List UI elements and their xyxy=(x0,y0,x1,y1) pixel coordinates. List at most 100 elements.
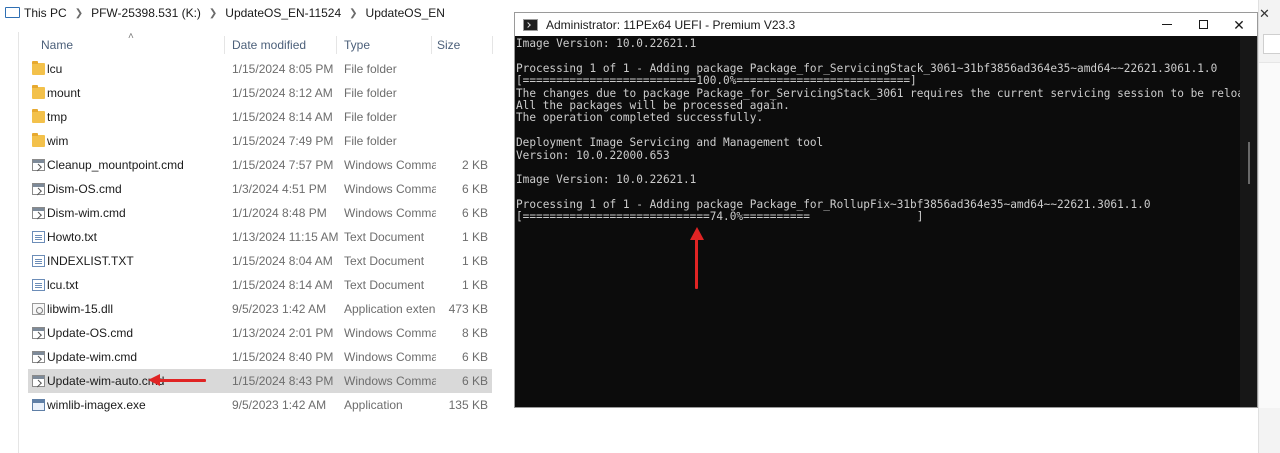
file-date-modified: 1/15/2024 8:40 PM xyxy=(232,350,334,364)
annotation-arrow-left xyxy=(148,374,208,386)
file-row[interactable]: lcu 1/15/2024 8:05 PM File folder xyxy=(28,57,492,81)
console-line: Version: 10.0.22000.653 xyxy=(516,149,670,162)
folder-icon xyxy=(32,133,45,147)
file-size: 1 KB xyxy=(461,254,488,268)
console-line: The changes due to package Package_for_S… xyxy=(516,87,1257,100)
this-pc-icon xyxy=(4,7,20,19)
column-header-name[interactable]: Name xyxy=(41,34,73,56)
file-date-modified: 1/13/2024 11:15 AM xyxy=(232,230,339,244)
file-name: lcu.txt xyxy=(47,278,79,292)
file-size: 1 KB xyxy=(461,230,488,244)
column-divider[interactable] xyxy=(336,36,337,54)
navigation-pane-divider xyxy=(18,32,19,453)
close-icon[interactable]: ✕ xyxy=(1259,6,1270,22)
file-type: Windows Comma... xyxy=(344,206,436,220)
console-line: Processing 1 of 1 - Adding package Packa… xyxy=(516,62,1218,75)
breadcrumb-folder-current[interactable]: UpdateOS_EN xyxy=(366,6,445,20)
file-name: lcu xyxy=(47,62,63,76)
breadcrumb-folder-parent[interactable]: UpdateOS_EN-11524 xyxy=(225,6,341,20)
file-type: Windows Comma... xyxy=(344,374,436,388)
command-prompt-icon xyxy=(523,18,538,31)
column-divider[interactable] xyxy=(431,36,432,54)
file-name: Dism-wim.cmd xyxy=(47,206,126,220)
file-type: Application xyxy=(344,398,403,412)
file-row[interactable]: mount 1/15/2024 8:12 AM File folder xyxy=(28,81,492,105)
search-box-edge[interactable] xyxy=(1263,34,1280,54)
file-date-modified: 9/5/2023 1:42 AM xyxy=(232,302,327,316)
dll-file-icon xyxy=(32,303,45,315)
chevron-right-icon[interactable]: ❯ xyxy=(209,8,217,19)
file-name: libwim-15.dll xyxy=(47,302,114,316)
arrow-shaft xyxy=(158,379,206,382)
column-divider[interactable] xyxy=(492,36,493,54)
file-size: 1 KB xyxy=(461,278,488,292)
text-file-icon xyxy=(32,231,45,243)
chevron-right-icon[interactable]: ❯ xyxy=(349,8,357,19)
maximize-button[interactable] xyxy=(1185,13,1221,36)
file-date-modified: 1/15/2024 7:49 PM xyxy=(232,134,334,148)
console-window[interactable]: Administrator: 11PEx64 UEFI - Premium V2… xyxy=(514,12,1258,408)
file-date-modified: 1/15/2024 7:57 PM xyxy=(232,158,334,172)
file-name: Howto.txt xyxy=(47,230,98,244)
file-size: 6 KB xyxy=(461,374,488,388)
file-row[interactable]: Howto.txt 1/13/2024 11:15 AM Text Document… xyxy=(28,225,492,249)
file-list: lcu 1/15/2024 8:05 PM File folder mount 1/15… xyxy=(28,57,492,417)
folder-icon xyxy=(32,61,45,75)
breadcrumb-drive[interactable]: PFW-25398.531 (K:) xyxy=(91,6,201,20)
file-row[interactable]: lcu.txt 1/15/2024 8:14 AM Text Document 1 K… xyxy=(28,273,492,297)
breadcrumb-this-pc[interactable]: This PC xyxy=(24,6,67,20)
file-name: Dism-OS.cmd xyxy=(47,182,122,196)
console-line: Image Version: 10.0.22621.1 xyxy=(516,174,697,187)
file-size: 2 KB xyxy=(461,158,488,172)
cmd-file-icon xyxy=(32,183,45,195)
file-size: 135 KB xyxy=(448,398,488,412)
file-row[interactable]: Dism-wim.cmd 1/1/2024 8:48 PM Windows Comm… xyxy=(28,201,492,225)
file-date-modified: 1/15/2024 8:14 AM xyxy=(232,110,333,124)
file-type: File folder xyxy=(344,134,397,148)
file-row[interactable]: wimlib-imagex.exe 9/5/2023 1:42 AM Applica… xyxy=(28,393,492,417)
minimize-icon xyxy=(1162,24,1172,25)
folder-icon xyxy=(32,109,45,123)
close-button[interactable]: ✕ xyxy=(1221,13,1257,36)
details-pane-edge xyxy=(1259,62,1280,408)
file-row[interactable]: Update-OS.cmd 1/13/2024 2:01 PM Windows Co… xyxy=(28,321,492,345)
scrollbar-thumb[interactable] xyxy=(1248,142,1250,184)
console-line: [==========================100.0%=======… xyxy=(516,75,917,88)
column-header-type[interactable]: Type xyxy=(344,34,370,56)
file-name: mount xyxy=(47,86,81,100)
file-name: Update-OS.cmd xyxy=(47,326,134,340)
exe-file-icon xyxy=(32,399,45,411)
chevron-right-icon[interactable]: ❯ xyxy=(75,8,83,19)
console-output[interactable]: Image Version: 10.0.22621.1 Processing 1 … xyxy=(515,36,1257,407)
column-header-date[interactable]: Date modified xyxy=(232,34,306,56)
minimize-button[interactable] xyxy=(1149,13,1185,36)
file-list-header: ˄ Name Date modified Type Size xyxy=(28,31,494,56)
column-divider[interactable] xyxy=(224,36,225,54)
file-date-modified: 1/15/2024 8:43 PM xyxy=(232,374,334,388)
file-type: Text Document xyxy=(344,230,425,244)
file-row[interactable]: Dism-OS.cmd 1/3/2024 4:51 PM Windows Comma… xyxy=(28,177,492,201)
console-scrollbar[interactable] xyxy=(1240,36,1257,407)
console-titlebar[interactable]: Administrator: 11PEx64 UEFI - Premium V2… xyxy=(515,13,1257,36)
file-row[interactable]: Cleanup_mountpoint.cmd 1/15/2024 7:57 PM W… xyxy=(28,153,492,177)
file-size: 6 KB xyxy=(461,206,488,220)
file-type: File folder xyxy=(344,110,397,124)
file-size: 6 KB xyxy=(461,182,488,196)
file-row[interactable]: INDEXLIST.TXT 1/15/2024 8:04 AM Text Docum… xyxy=(28,249,492,273)
file-row[interactable]: Update-wim.cmd 1/15/2024 8:40 PM Windows C… xyxy=(28,345,492,369)
file-date-modified: 9/5/2023 1:42 AM xyxy=(232,398,327,412)
column-header-size[interactable]: Size xyxy=(437,34,460,56)
file-row[interactable]: tmp 1/15/2024 8:14 AM File folder xyxy=(28,105,492,129)
file-name: Cleanup_mountpoint.cmd xyxy=(47,158,184,172)
file-type: Windows Comma... xyxy=(344,326,436,340)
cmd-file-icon xyxy=(32,375,45,387)
file-name: Update-wim-auto.cmd xyxy=(47,374,165,388)
file-row[interactable]: Update-wim-auto.cmd 1/15/2024 8:43 PM Wind… xyxy=(28,369,492,393)
arrow-shaft xyxy=(695,237,698,289)
file-row[interactable]: wim 1/15/2024 7:49 PM File folder xyxy=(28,129,492,153)
file-date-modified: 1/15/2024 8:05 PM xyxy=(232,62,334,76)
file-row[interactable]: libwim-15.dll 9/5/2023 1:42 AM Application… xyxy=(28,297,492,321)
console-line: Deployment Image Servicing and Managemen… xyxy=(516,137,824,150)
